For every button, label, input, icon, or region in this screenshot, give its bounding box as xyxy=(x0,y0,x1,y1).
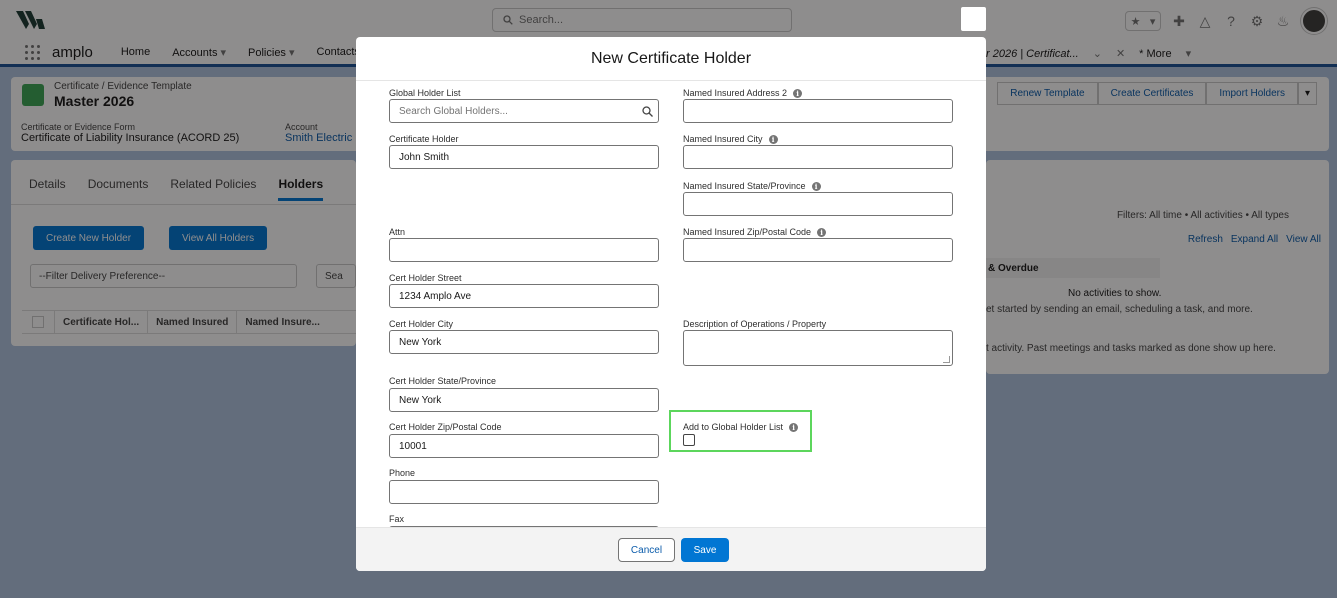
cert-holder-city-label: Cert Holder City xyxy=(389,319,454,329)
add-to-global-label: Add to Global Holder List i xyxy=(683,422,799,432)
search-icon xyxy=(642,106,653,117)
certificate-holder-input[interactable]: John Smith xyxy=(389,145,659,169)
info-icon[interactable]: i xyxy=(817,227,827,237)
cancel-button[interactable]: Cancel xyxy=(618,538,675,562)
cert-holder-city-input[interactable]: New York xyxy=(389,330,659,354)
cert-holder-zip-input[interactable]: 10001 xyxy=(389,434,659,458)
named-insured-state-label: Named Insured State/Province i xyxy=(683,181,821,191)
new-certificate-holder-modal: New Certificate Holder Global Holder Lis… xyxy=(356,37,986,571)
attn-input[interactable] xyxy=(389,238,659,262)
cert-holder-street-input[interactable]: 1234 Amplo Ave xyxy=(389,284,659,308)
info-icon[interactable]: i xyxy=(793,88,803,98)
attn-label: Attn xyxy=(389,227,406,237)
cert-holder-state-label: Cert Holder State/Province xyxy=(389,376,497,386)
named-insured-state-input[interactable] xyxy=(683,192,953,216)
phone-label: Phone xyxy=(389,468,416,478)
fax-label: Fax xyxy=(389,514,405,524)
description-label: Description of Operations / Property xyxy=(683,319,827,329)
cert-holder-street-label: Cert Holder Street xyxy=(389,273,462,283)
modal-footer: Cancel Save xyxy=(356,527,986,571)
global-holder-list-label: Global Holder List xyxy=(389,88,461,98)
modal-title: New Certificate Holder xyxy=(590,49,752,67)
named-insured-city-label: Named Insured City i xyxy=(683,134,778,144)
add-to-global-checkbox[interactable] xyxy=(683,434,695,446)
save-button[interactable]: Save xyxy=(681,538,729,562)
cert-holder-state-input[interactable]: New York xyxy=(389,388,659,412)
global-holder-search-input[interactable]: Search Global Holders... xyxy=(389,99,659,123)
named-insured-zip-label: Named Insured Zip/Postal Code i xyxy=(683,227,827,237)
phone-input[interactable] xyxy=(389,480,659,504)
certificate-holder-label: Certificate Holder xyxy=(389,134,459,144)
info-icon[interactable]: i xyxy=(768,134,778,144)
close-modal-button[interactable] xyxy=(961,7,986,31)
named-insured-address2-label: Named Insured Address 2i xyxy=(683,88,803,98)
info-icon[interactable]: i xyxy=(811,181,821,191)
modal-body: Global Holder List Search Global Holders… xyxy=(356,81,986,527)
global-holder-search-placeholder: Search Global Holders... xyxy=(399,105,508,117)
cert-holder-zip-label: Cert Holder Zip/Postal Code xyxy=(389,422,502,432)
info-icon[interactable]: i xyxy=(789,422,799,432)
description-textarea[interactable] xyxy=(683,330,953,366)
named-insured-address2-input[interactable] xyxy=(683,99,953,123)
named-insured-zip-input[interactable] xyxy=(683,238,953,262)
named-insured-city-input[interactable] xyxy=(683,145,953,169)
